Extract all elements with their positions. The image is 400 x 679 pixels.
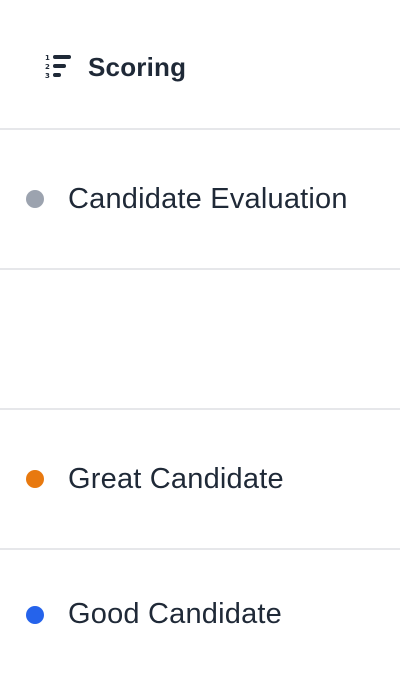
status-dot	[26, 190, 44, 208]
svg-text:3: 3	[45, 72, 50, 80]
status-dot	[26, 605, 44, 624]
score-option-label: Great Candidate	[68, 462, 284, 495]
score-option-label: Good Candidate	[68, 598, 283, 630]
status-dot	[26, 470, 44, 488]
svg-text:2: 2	[45, 63, 50, 71]
ordered-list-icon: 1 2 3	[44, 52, 74, 82]
svg-text:1: 1	[45, 54, 50, 62]
score-option-good-candidate[interactable]: Good Candidate	[0, 550, 400, 679]
panel-title: Scoring	[88, 51, 187, 82]
scoring-panel: 1 2 3 Scoring Candidate Evaluation Great…	[0, 0, 400, 679]
empty-row	[0, 270, 400, 410]
scoring-header: 1 2 3 Scoring	[0, 0, 400, 130]
score-option-candidate-evaluation[interactable]: Candidate Evaluation	[0, 130, 400, 270]
score-option-great-candidate[interactable]: Great Candidate	[0, 410, 400, 550]
score-option-label: Candidate Evaluation	[68, 182, 348, 215]
